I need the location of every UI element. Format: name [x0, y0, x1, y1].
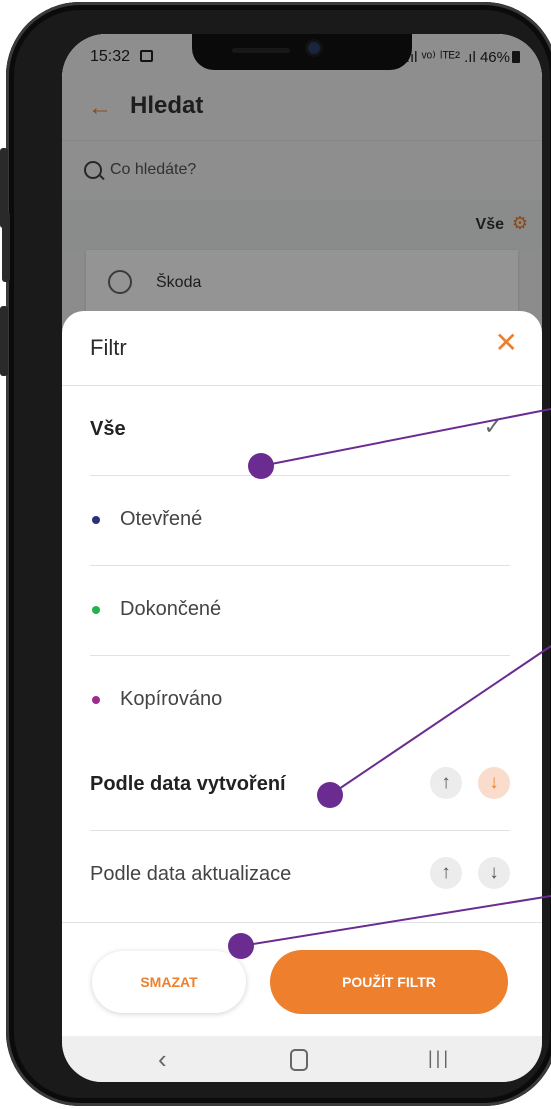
sort-ascending-button[interactable]: ↑: [430, 857, 462, 889]
close-icon[interactable]: ✕: [495, 329, 518, 357]
sort-updated-row: Podle data aktualizace ↑ ↓: [90, 831, 510, 921]
sort-label: Podle data vytvoření: [90, 773, 286, 795]
sort-descending-button[interactable]: ↓: [478, 857, 510, 889]
apply-filter-button[interactable]: POUŽÍT FILTR: [270, 950, 508, 1014]
phone-side-button: [2, 212, 10, 282]
filter-sheet: Filtr ✕ Vše ✓ Otevřené Dokončené Kopírov…: [62, 311, 542, 1036]
filter-option-label: Kopírováno: [120, 688, 223, 710]
filter-option-open[interactable]: Otevřené: [90, 476, 510, 566]
system-nav-bar: ‹ |||: [62, 1036, 542, 1082]
check-icon: ✓: [483, 414, 502, 439]
sort-ascending-button[interactable]: ↑: [430, 767, 462, 799]
phone-screen: 15:32 .ıl ᵛᵒ⁾ ˡᵀᴱ² .ıl 46% ← Hledat Co h…: [62, 34, 542, 1082]
clear-button[interactable]: SMAZAT: [92, 951, 246, 1013]
status-dot-icon: [92, 606, 100, 614]
divider: [62, 922, 542, 923]
sort-created-row: Podle data vytvoření ↑ ↓: [90, 741, 510, 831]
filter-option-label: Otevřené: [120, 508, 203, 530]
phone-side-button: [0, 306, 8, 376]
sort-descending-button[interactable]: ↓: [478, 767, 510, 799]
filter-option-label: Dokončené: [120, 598, 222, 620]
nav-home-icon[interactable]: [290, 1049, 308, 1071]
filter-option-copied[interactable]: Kopírováno: [90, 656, 510, 746]
filter-option-label: Vše: [90, 418, 126, 440]
status-dot-icon: [92, 516, 100, 524]
filter-option-all[interactable]: Vše ✓: [90, 386, 510, 476]
nav-back-icon[interactable]: ‹: [158, 1044, 167, 1075]
status-dot-icon: [92, 696, 100, 704]
sheet-title: Filtr: [90, 335, 127, 360]
sort-label: Podle data aktualizace: [90, 863, 292, 885]
nav-recents-icon[interactable]: |||: [428, 1048, 451, 1069]
filter-option-completed[interactable]: Dokončené: [90, 566, 510, 656]
